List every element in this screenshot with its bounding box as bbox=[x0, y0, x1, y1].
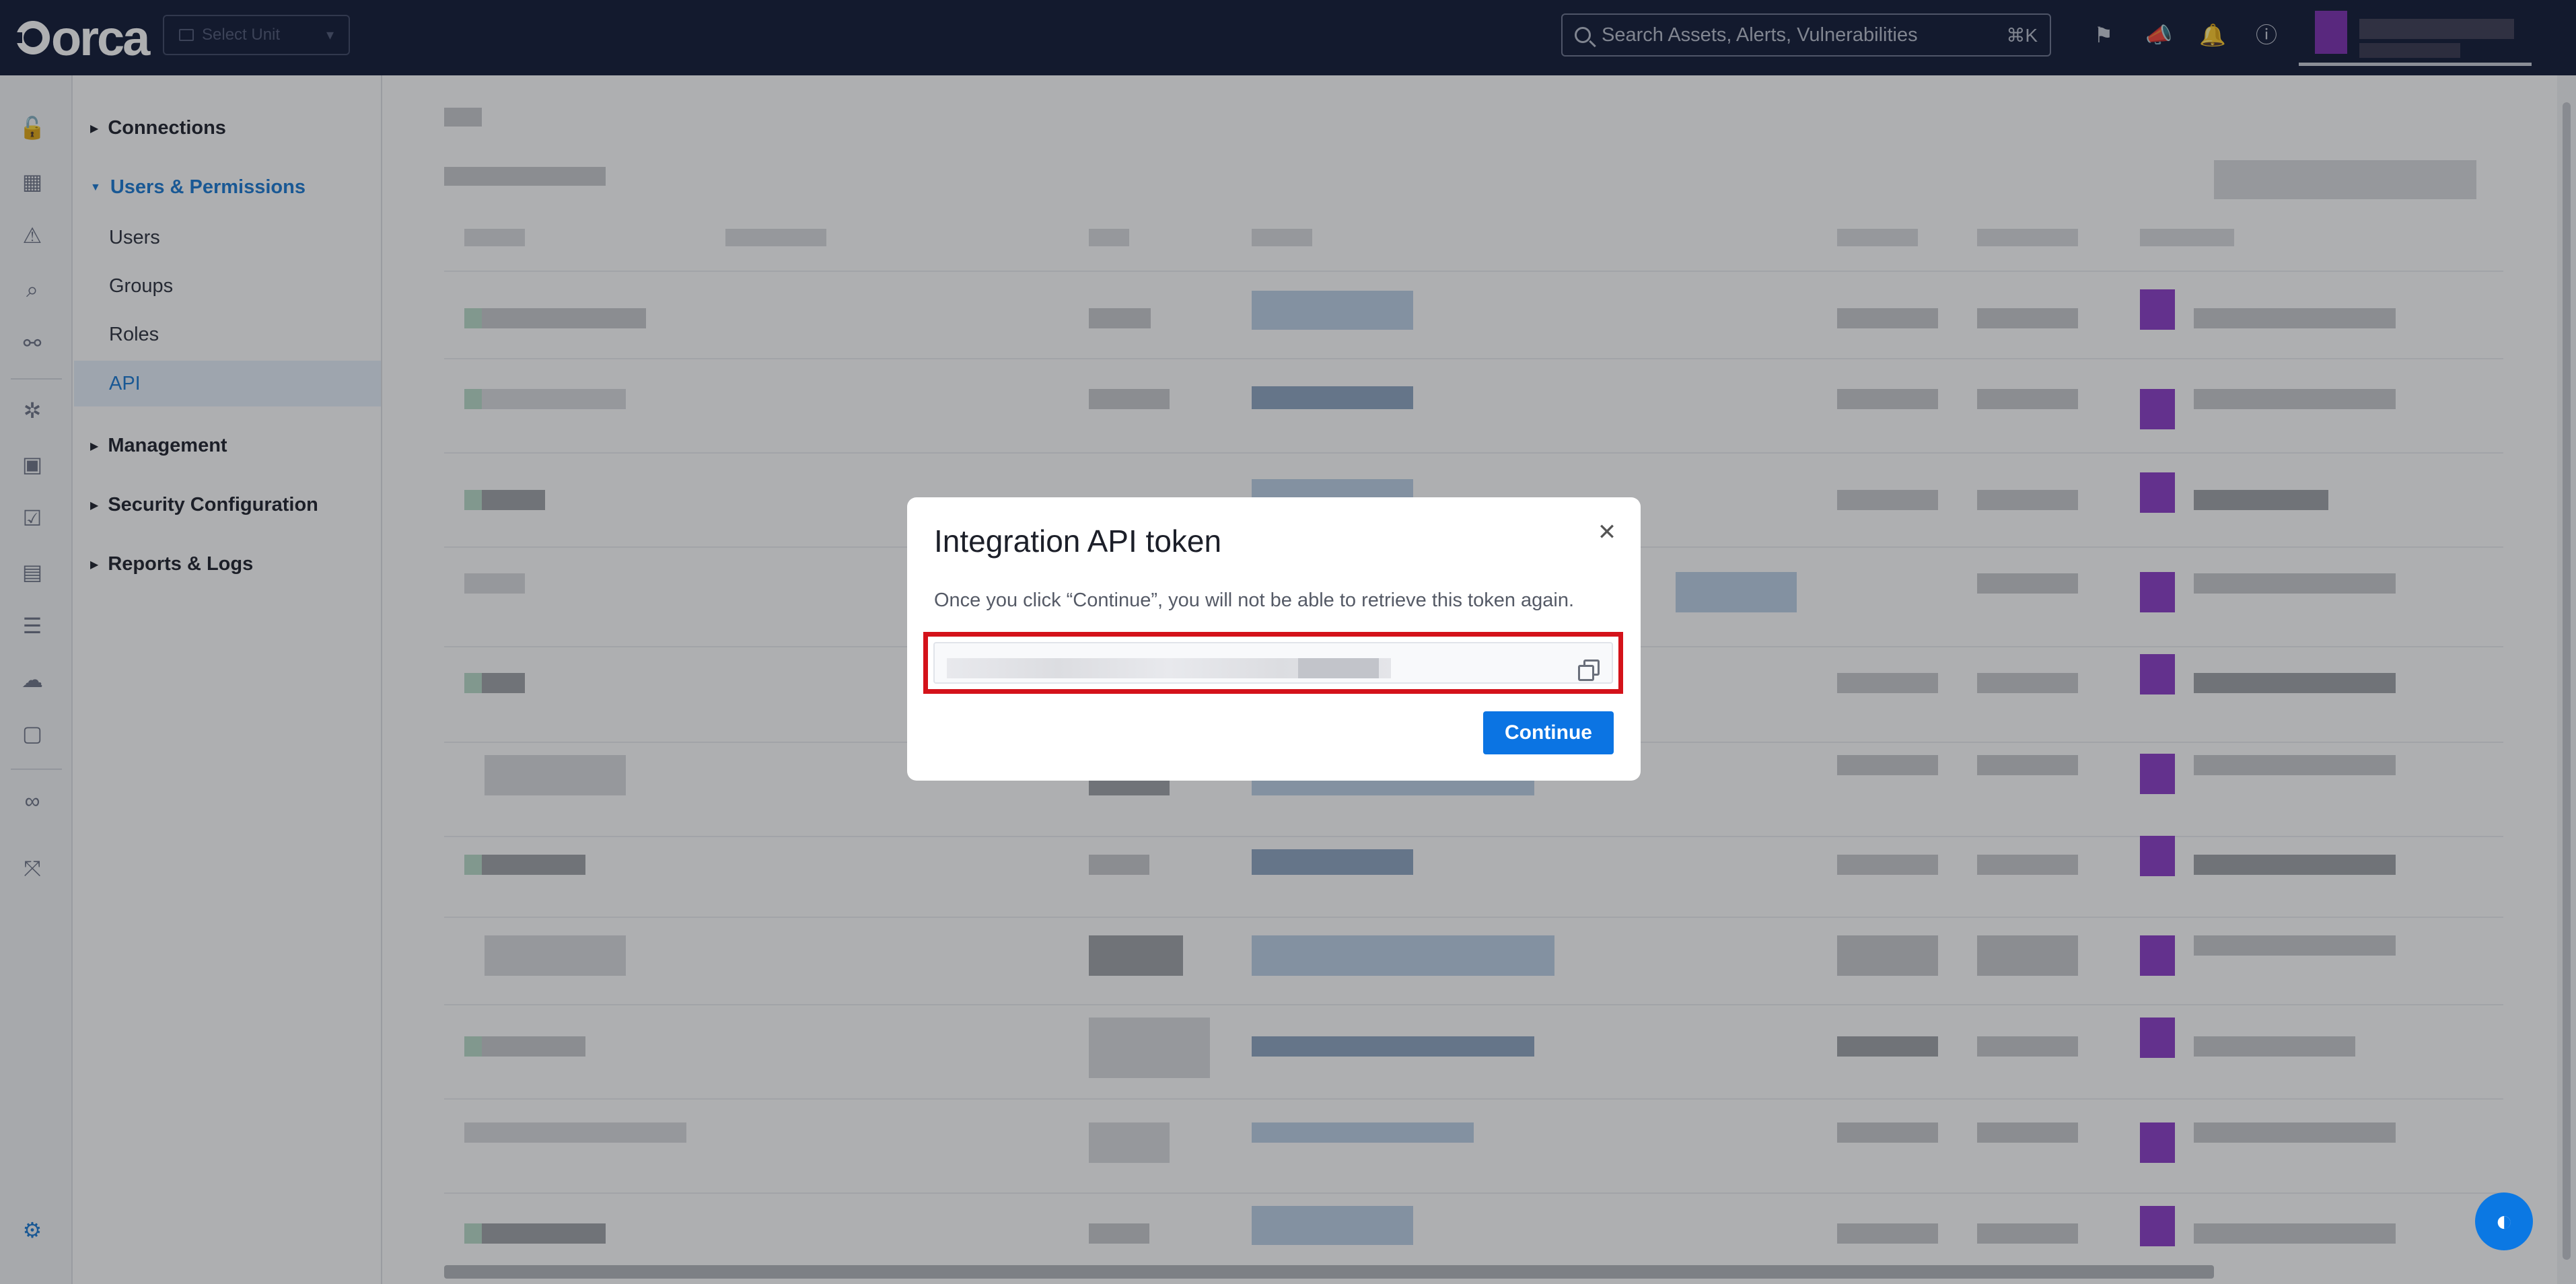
copy-icon[interactable] bbox=[1578, 659, 1600, 681]
continue-button[interactable]: Continue bbox=[1483, 711, 1614, 754]
token-field[interactable] bbox=[933, 642, 1613, 684]
dialog-description: Once you click “Continue”, you will not … bbox=[934, 590, 1575, 611]
close-icon[interactable]: ✕ bbox=[1592, 518, 1622, 547]
token-highlight bbox=[923, 632, 1623, 694]
dialog-title: Integration API token bbox=[934, 524, 1222, 559]
integration-api-token-dialog: Integration API token ✕ Once you click “… bbox=[907, 497, 1641, 781]
chat-support-icon[interactable]: ◐ bbox=[2475, 1192, 2533, 1250]
redacted-token-value bbox=[1298, 658, 1379, 678]
